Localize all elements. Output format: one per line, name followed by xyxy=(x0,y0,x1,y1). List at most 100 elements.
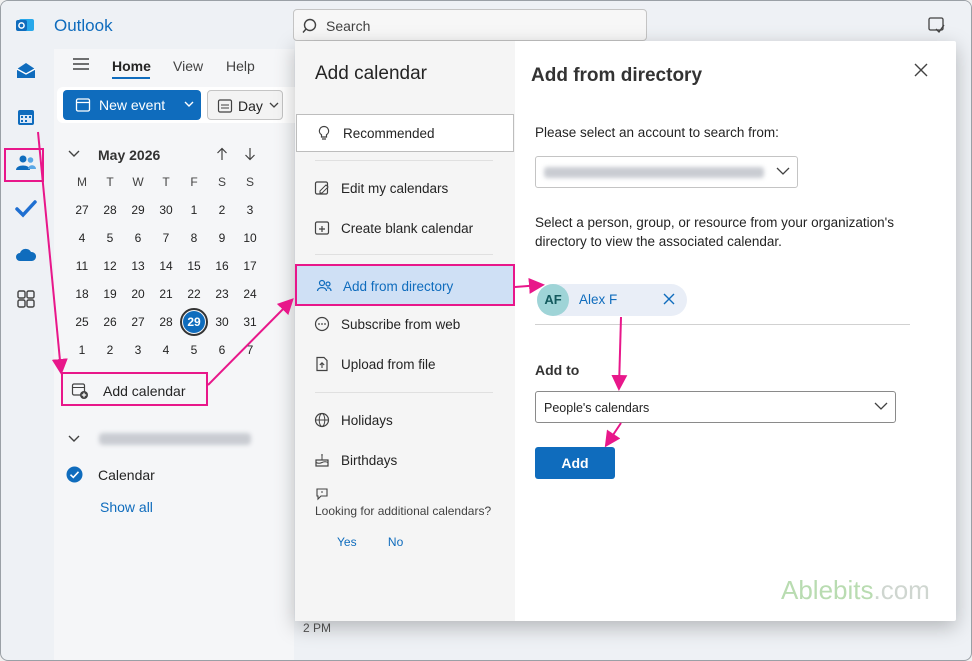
notes-icon[interactable] xyxy=(927,15,947,35)
collapse-chevron-icon[interactable] xyxy=(68,150,80,158)
calendar-day[interactable]: 24 xyxy=(236,284,264,304)
mail-icon[interactable] xyxy=(14,59,38,83)
nav-add-from-directory[interactable]: Add from directory xyxy=(295,264,515,306)
calendar-day[interactable]: 12 xyxy=(96,256,124,276)
calendar-day[interactable]: 25 xyxy=(68,312,96,332)
calendar-day[interactable]: 5 xyxy=(180,340,208,360)
nav-holidays[interactable]: Holidays xyxy=(295,402,515,440)
nav-subscribe-from-web[interactable]: Subscribe from web xyxy=(295,306,515,344)
calendar-day[interactable]: 22 xyxy=(180,284,208,304)
new-event-button[interactable]: New event xyxy=(63,90,201,120)
nav-edit-my-calendars[interactable]: Edit my calendars xyxy=(295,170,515,208)
calendar-day[interactable]: 14 xyxy=(152,256,180,276)
add-to-dropdown[interactable]: People's calendars xyxy=(535,391,896,423)
calendar-day[interactable]: 27 xyxy=(68,200,96,220)
calendar-day[interactable]: 9 xyxy=(208,228,236,248)
divider xyxy=(315,160,493,161)
outlook-window: Outlook Search Home View Help New event … xyxy=(0,0,972,661)
nav-upload-from-file[interactable]: Upload from file xyxy=(295,346,515,384)
calendar-day[interactable]: 8 xyxy=(180,228,208,248)
calendar-icon[interactable] xyxy=(14,105,38,129)
calendar-day[interactable]: 3 xyxy=(124,340,152,360)
tab-home-underline xyxy=(112,77,150,79)
tab-view[interactable]: View xyxy=(173,58,203,74)
selected-person-chip[interactable]: AF Alex F xyxy=(537,284,687,316)
nav-birthdays[interactable]: Birthdays xyxy=(295,442,515,480)
calendar-day[interactable]: 21 xyxy=(152,284,180,304)
calendar-day[interactable]: 15 xyxy=(180,256,208,276)
calendar-day[interactable]: 28 xyxy=(96,200,124,220)
calendar-day[interactable]: 3 xyxy=(236,200,264,220)
calendar-day[interactable]: 26 xyxy=(96,312,124,332)
search-box[interactable]: Search xyxy=(293,9,647,41)
new-event-label: New event xyxy=(99,97,166,113)
calendar-day[interactable]: 6 xyxy=(208,340,236,360)
avatar: AF xyxy=(537,284,569,316)
nav-create-blank-calendar[interactable]: Create blank calendar xyxy=(295,210,515,248)
arrow-down-icon[interactable] xyxy=(244,147,256,161)
calendar-day[interactable]: 7 xyxy=(236,340,264,360)
people-icon[interactable] xyxy=(14,151,38,175)
nav-subscribe-label: Subscribe from web xyxy=(341,317,461,332)
today-date[interactable]: 29 xyxy=(180,308,208,336)
calendar-day[interactable]: 31 xyxy=(236,312,264,332)
app-rail xyxy=(1,49,51,660)
check-circle-icon[interactable] xyxy=(66,466,83,483)
close-icon[interactable] xyxy=(914,63,928,77)
tab-help[interactable]: Help xyxy=(226,58,255,74)
add-button[interactable]: Add xyxy=(535,447,615,479)
chevron-down-icon[interactable] xyxy=(184,101,194,108)
calendar-day[interactable]: 6 xyxy=(124,228,152,248)
calendar-day[interactable]: 29 xyxy=(124,200,152,220)
dialog-nav-pane: Add calendar Recommended Edit my calenda… xyxy=(295,41,515,621)
globe-icon xyxy=(314,412,330,428)
more-apps-icon[interactable] xyxy=(14,287,38,311)
remove-person-icon[interactable] xyxy=(663,293,675,305)
calendar-day[interactable]: 18 xyxy=(68,284,96,304)
calendar-add-icon xyxy=(75,98,91,112)
calendar-day[interactable]: 30 xyxy=(152,200,180,220)
chevron-down-icon[interactable] xyxy=(68,435,80,443)
arrow-up-icon[interactable] xyxy=(216,147,228,161)
show-all-link[interactable]: Show all xyxy=(100,499,153,515)
calendar-day[interactable]: 2 xyxy=(208,200,236,220)
feedback-no-link[interactable]: No xyxy=(388,535,403,549)
calendar-day[interactable]: 10 xyxy=(236,228,264,248)
directory-description: Select a person, group, or resource from… xyxy=(535,215,895,249)
calendar-day[interactable]: 7 xyxy=(152,228,180,248)
add-calendar-button[interactable]: Add calendar xyxy=(61,372,208,406)
file-upload-icon xyxy=(316,356,328,372)
account-name-redacted xyxy=(99,433,251,445)
calendar-day[interactable]: 16 xyxy=(208,256,236,276)
nav-recommended[interactable]: Recommended xyxy=(296,114,514,152)
calendar-day[interactable]: 1 xyxy=(68,340,96,360)
calendar-day[interactable]: 30 xyxy=(208,312,236,332)
calendar-day[interactable]: 17 xyxy=(236,256,264,276)
calendar-list-item[interactable]: Calendar xyxy=(98,467,155,483)
onedrive-icon[interactable] xyxy=(14,243,38,267)
account-dropdown[interactable] xyxy=(535,156,798,188)
tab-home[interactable]: Home xyxy=(112,58,151,74)
view-day-button[interactable]: Day xyxy=(207,90,283,120)
calendar-day[interactable]: 11 xyxy=(68,256,96,276)
account-value-redacted xyxy=(544,167,764,178)
calendar-day[interactable]: 1 xyxy=(180,200,208,220)
calendar-day[interactable]: 13 xyxy=(124,256,152,276)
calendar-day[interactable]: 20 xyxy=(124,284,152,304)
calendar-day[interactable]: 28 xyxy=(152,312,180,332)
calendar-day[interactable]: 4 xyxy=(152,340,180,360)
outlook-logo-icon xyxy=(16,19,34,31)
calendar-day[interactable]: 2 xyxy=(96,340,124,360)
todo-icon[interactable] xyxy=(14,197,38,221)
feedback-yes-link[interactable]: Yes xyxy=(337,535,357,549)
people-directory-icon xyxy=(316,279,332,292)
calendar-day[interactable]: 4 xyxy=(68,228,96,248)
add-to-label: Add to xyxy=(535,362,580,378)
calendar-day[interactable]: 5 xyxy=(96,228,124,248)
calendar-day[interactable]: 19 xyxy=(96,284,124,304)
menu-icon[interactable] xyxy=(72,57,90,71)
calendar-day[interactable]: 23 xyxy=(208,284,236,304)
calendar-day[interactable]: 27 xyxy=(124,312,152,332)
chevron-down-icon xyxy=(874,402,888,410)
account-label: Please select an account to search from: xyxy=(535,125,779,140)
